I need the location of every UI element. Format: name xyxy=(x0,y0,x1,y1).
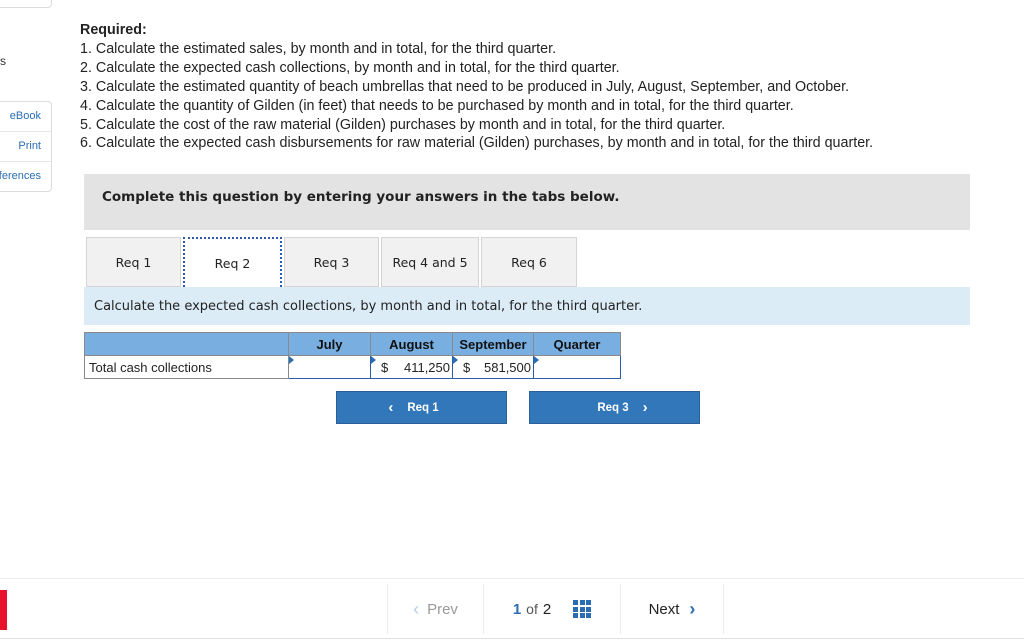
sidebar-item-label: References xyxy=(0,170,41,182)
footer-divider xyxy=(0,578,1024,579)
tab-req-4-and-5[interactable]: Req 4 and 5 xyxy=(381,237,479,287)
tab-req-2[interactable]: Req 2 xyxy=(183,237,282,287)
prev-req-button[interactable]: ‹ Req 1 xyxy=(336,391,507,424)
september-input[interactable]: $581,500 xyxy=(452,355,534,379)
column-header-label xyxy=(84,332,289,356)
sidebar-item-print[interactable]: Print xyxy=(0,132,51,162)
cash-collections-table: July August September Quarter Total cash… xyxy=(84,332,621,379)
pager-of: of xyxy=(526,601,538,617)
instructions-banner: Complete this question by entering your … xyxy=(84,174,970,230)
pager-prev-label: Prev xyxy=(427,600,458,618)
quarter-input[interactable] xyxy=(533,355,621,379)
required-item: 1. Calculate the estimated sales, by mon… xyxy=(80,40,557,57)
sidebar-item-references[interactable]: References xyxy=(0,162,51,191)
sidebar-item-label: eBook xyxy=(9,110,41,122)
sidebar-top-box xyxy=(0,0,52,8)
column-header-september: September xyxy=(452,332,534,356)
prev-req-label: Req 1 xyxy=(407,401,439,414)
pager-total: 2 xyxy=(542,600,552,618)
pager-count: 1 of 2 xyxy=(483,584,620,634)
chevron-left-icon: ‹ xyxy=(413,598,420,619)
column-header-august: August xyxy=(370,332,453,356)
pager-current: 1 xyxy=(512,600,522,618)
required-item: 2. Calculate the expected cash collectio… xyxy=(80,59,620,76)
table-header-row: July August September Quarter xyxy=(84,332,621,356)
requirement-tabs: Req 1 Req 2 Req 3 Req 4 and 5 Req 6 xyxy=(86,237,579,287)
instruction-text: Calculate the expected cash collections,… xyxy=(94,299,643,314)
column-header-july: July xyxy=(288,332,371,356)
banner-text: Complete this question by entering your … xyxy=(102,189,620,205)
required-section: Required: 1. Calculate the estimated sal… xyxy=(80,21,873,153)
cell-value: 411,250 xyxy=(403,359,450,375)
pager-next-label: Next xyxy=(648,600,680,618)
chevron-right-icon: › xyxy=(689,598,696,619)
tab-instruction: Calculate the expected cash collections,… xyxy=(84,287,970,325)
brand-logo xyxy=(0,590,7,630)
required-title: Required: xyxy=(80,22,147,38)
tab-req-1[interactable]: Req 1 xyxy=(86,237,181,287)
currency-symbol: $ xyxy=(381,359,389,375)
row-label: Total cash collections xyxy=(84,355,289,379)
required-item: 4. Calculate the quantity of Gilden (in … xyxy=(80,97,794,114)
july-input[interactable] xyxy=(288,355,371,379)
cell-value: 581,500 xyxy=(484,359,531,375)
tab-req-6[interactable]: Req 6 xyxy=(481,237,577,287)
august-input[interactable]: $411,250 xyxy=(370,355,453,379)
required-item: 6. Calculate the expected cash disbursem… xyxy=(80,135,874,152)
sidebar-item-label: Print xyxy=(18,140,41,152)
footer-bottom-divider xyxy=(0,638,1024,639)
required-item: 3. Calculate the estimated quantity of b… xyxy=(80,78,850,95)
sidebar-menu: eBook Print References xyxy=(0,101,52,192)
next-req-label: Req 3 xyxy=(597,401,629,414)
question-pager: ‹ Prev 1 of 2 Next › xyxy=(387,584,724,634)
sidebar-fragment-text: s xyxy=(0,54,6,68)
sidebar-item-ebook[interactable]: eBook xyxy=(0,102,51,132)
chevron-left-icon: ‹ xyxy=(388,399,394,416)
chevron-right-icon: › xyxy=(642,399,648,416)
currency-symbol: $ xyxy=(463,359,471,375)
next-req-button[interactable]: Req 3 › xyxy=(529,391,700,424)
grid-icon[interactable] xyxy=(573,600,592,618)
pager-prev-button[interactable]: ‹ Prev xyxy=(387,584,483,634)
required-item: 5. Calculate the cost of the raw materia… xyxy=(80,116,726,133)
table-row: Total cash collections $411,250 $581,500 xyxy=(84,355,621,379)
tab-req-3[interactable]: Req 3 xyxy=(284,237,379,287)
column-header-quarter: Quarter xyxy=(533,332,621,356)
pager-next-button[interactable]: Next › xyxy=(620,584,724,634)
